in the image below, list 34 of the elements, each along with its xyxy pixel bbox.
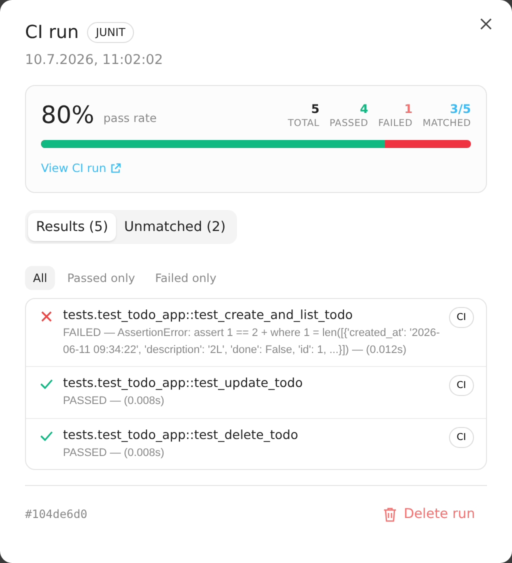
stat-value: 1 [404, 102, 413, 116]
ci-tag[interactable]: CI [448, 375, 474, 396]
trash-icon [382, 506, 397, 522]
tab[interactable]: Results (5) [28, 213, 116, 241]
stat-value: 3/5 [450, 102, 471, 116]
test-detail: FAILED — AssertionError: assert 1 == 2 + where 1 = len([{'created_at': '2026-06-11 09:34:22', 'description': '2L', 'done': False, 'id': 1, ...}]) — (0.012s) [63, 326, 441, 358]
check-icon [40, 379, 53, 389]
test-detail: PASSED — (0.008s) [63, 394, 166, 409]
stat-value: 5 [311, 102, 320, 116]
test-detail: PASSED — (0.008s) [63, 446, 166, 460]
cross-icon [40, 311, 53, 322]
stat-label: MATCHED [422, 118, 471, 129]
filter-chip[interactable]: All [25, 266, 56, 290]
ci-tag[interactable]: CI [448, 426, 474, 448]
stat-label: TOTAL [288, 118, 320, 129]
filter-chip[interactable]: Passed only [59, 266, 144, 290]
ci-tag[interactable]: CI [448, 307, 474, 328]
format-badge: JUNIT [86, 22, 134, 43]
stat-label: FAILED [378, 118, 413, 129]
test-name: tests.test_todo_app::test_create_and_list_todo [63, 307, 354, 322]
stat-label: PASSED [329, 118, 368, 129]
test-name: tests.test_todo_app::test_delete_todo [63, 426, 300, 442]
close-icon[interactable] [480, 18, 492, 30]
check-icon [40, 430, 53, 440]
pass-rate-value: 80% [41, 101, 94, 129]
filter-chip[interactable]: Failed only [147, 266, 224, 290]
run-hash: #104de6d0 [25, 507, 88, 521]
external-link-icon [110, 162, 122, 174]
dialog-title: CI run [25, 22, 79, 43]
pass-rate-label: pass rate [103, 111, 157, 125]
stat-value: 4 [360, 102, 368, 116]
test-name: tests.test_todo_app::test_update_todo [63, 375, 304, 390]
tab[interactable]: Unmatched (2) [116, 213, 234, 241]
run-timestamp: 10.7.2026, 11:02:02 [25, 52, 164, 68]
